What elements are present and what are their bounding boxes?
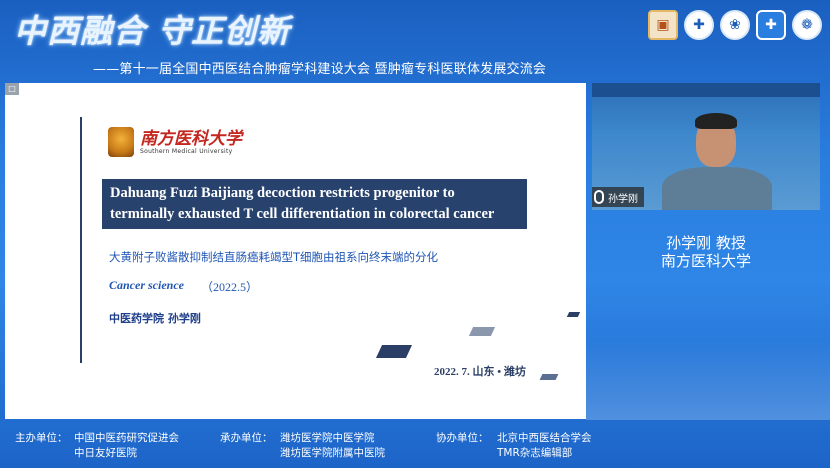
presentation-slide: □ 南方医科大学 Southern Medical University Dah… <box>5 83 586 419</box>
paper-title-cn: 大黄附子败酱散抑制结直肠癌耗竭型T细胞由祖系向终末端的分化 <box>109 250 439 264</box>
speaker-organization: 南方医科大学 <box>660 252 751 270</box>
paper-title-line-1: Dahuang Fuzi Baijiang decoction restrict… <box>110 185 455 201</box>
university-name-cn: 南方医科大学 <box>140 128 242 149</box>
conference-header: 中西融合 守正创新 ——第十一届全国中西医结合肿瘤学科建设大会 暨肿瘤专科医联体… <box>0 0 830 84</box>
decor-parallelogram <box>375 345 413 358</box>
organizer-label: 承办单位： <box>220 432 273 444</box>
co-organizer-unit-2: TMR杂志编辑部 <box>497 447 573 459</box>
microphone-icon <box>594 190 604 204</box>
association-emblem-icon: ❁ <box>792 10 822 40</box>
book-icon: ▣ <box>648 10 678 40</box>
slide-corner-icon[interactable]: □ <box>5 83 19 95</box>
organizer-unit-2: 潍坊医学院附属中医院 <box>280 447 385 459</box>
university-emblem-icon: ❀ <box>720 10 750 40</box>
decor-parallelogram <box>539 374 559 380</box>
medical-cross-icon: ✚ <box>756 10 786 40</box>
conference-subtitle: ——第十一届全国中西医结合肿瘤学科建设大会 暨肿瘤专科医联体发展交流会 <box>93 62 547 77</box>
university-emblem-icon <box>108 127 134 157</box>
organizers-footer: 主办单位： 中国中医药研究促进会 中日友好医院 承办单位： 潍坊医学院中医学院 … <box>0 420 830 468</box>
conference-brand: 中西融合 守正创新 <box>14 12 291 50</box>
university-name-en: Southern Medical University <box>140 147 233 155</box>
video-name-tag: 孙学刚 <box>592 187 644 207</box>
hospital-emblem-icon: ✚ <box>684 10 714 40</box>
paper-title: Dahuang Fuzi Baijiang decoction restrict… <box>102 179 527 229</box>
paper-title-line-2: terminally exhausted T cell differentiat… <box>110 206 495 222</box>
video-name-tag-text: 孙学刚 <box>608 193 638 205</box>
speaker-name: 孙学刚 教授 <box>666 234 746 252</box>
decor-parallelogram <box>566 312 581 317</box>
city-skyline-decor <box>586 340 830 420</box>
university-logo: 南方医科大学 Southern Medical University <box>108 127 242 157</box>
presentation-date-location: 2022. 7. 山东 • 潍坊 <box>434 366 526 378</box>
video-background-screen <box>592 83 820 97</box>
host-unit-2: 中日友好医院 <box>74 447 137 459</box>
slide-divider <box>80 117 82 363</box>
host-label: 主办单位： <box>15 432 68 444</box>
author: 中医药学院 孙学刚 <box>109 312 201 325</box>
sponsor-logos: ▣ ✚ ❀ ✚ ❁ <box>648 10 822 40</box>
speaker-video[interactable]: 孙学刚 <box>592 83 820 210</box>
co-organizer-unit-1: 北京中西医结合学会 <box>497 432 592 444</box>
speaker-hair <box>695 113 737 129</box>
organizer-unit-1: 潍坊医学院中医学院 <box>280 432 375 444</box>
decor-parallelogram <box>468 327 496 336</box>
host-unit-1: 中国中医药研究促进会 <box>74 432 179 444</box>
publication-year: （2022.5） <box>201 280 259 294</box>
journal-name: Cancer science <box>109 278 184 292</box>
co-organizer-label: 协办单位： <box>436 432 489 444</box>
speaker-body <box>662 167 772 210</box>
